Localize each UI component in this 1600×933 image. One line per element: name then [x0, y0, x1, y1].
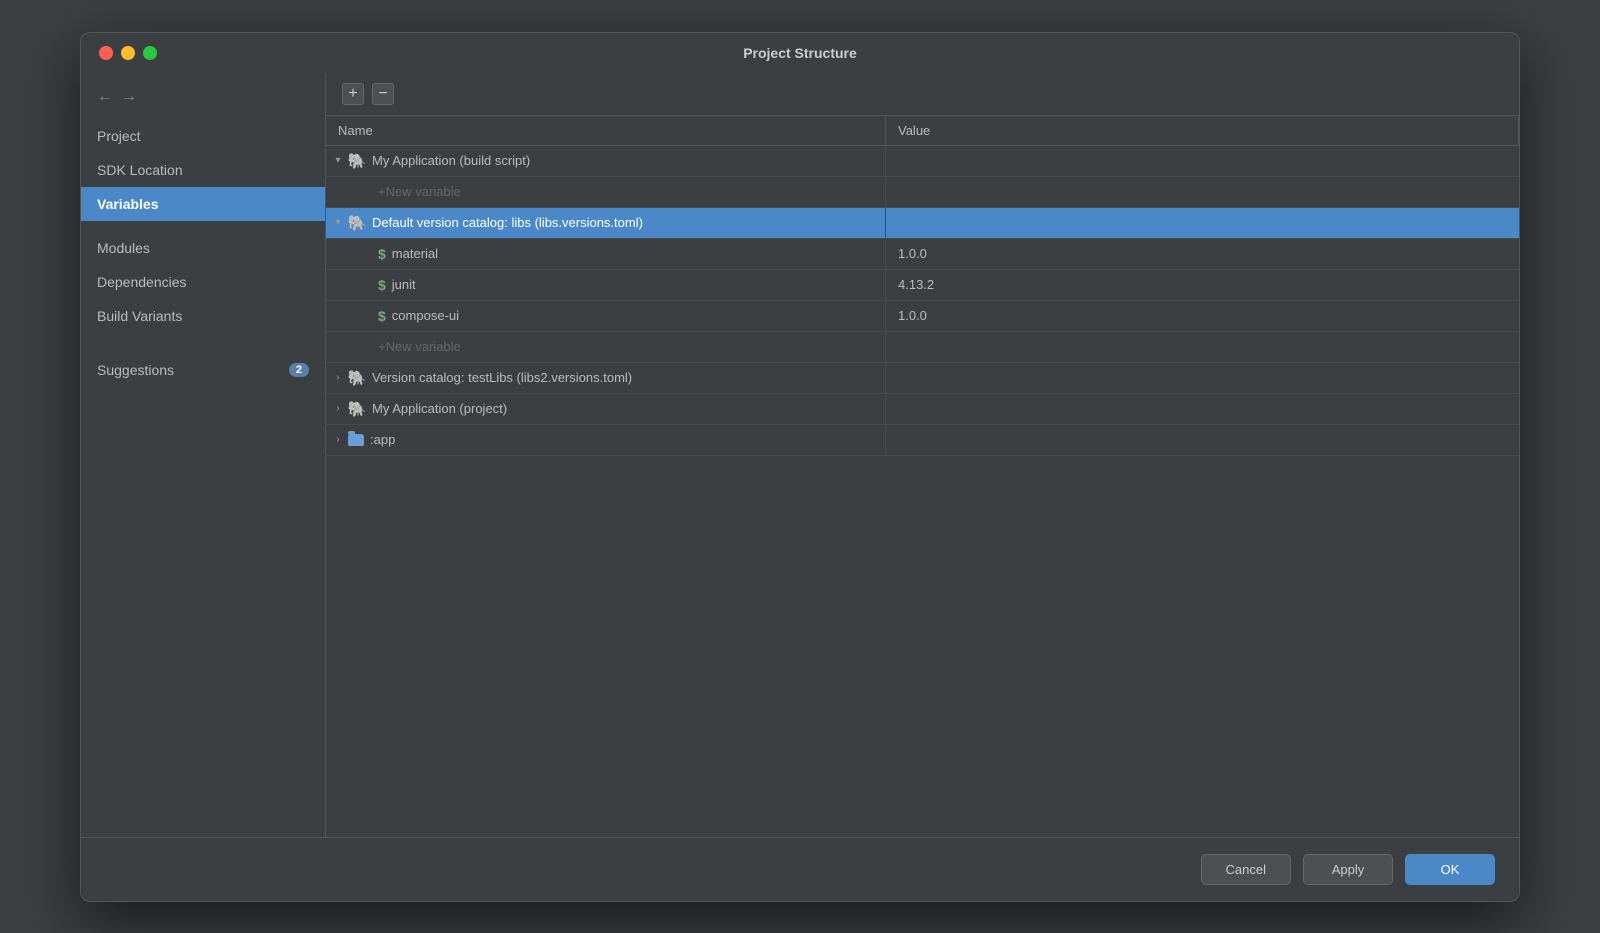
- sidebar-section: Modules Dependencies Build Variants: [81, 231, 325, 333]
- row-label: Default version catalog: libs (libs.vers…: [372, 215, 643, 230]
- table-row[interactable]: ▾ 🐘 My Application (build script): [326, 146, 1519, 177]
- row-value: [886, 156, 1519, 166]
- row-value: [886, 218, 1519, 228]
- row-label: material: [392, 246, 438, 261]
- project-structure-dialog: Project Structure ← → Project SDK Locati…: [80, 32, 1520, 902]
- row-label: junit: [392, 277, 416, 292]
- variable-icon: $: [378, 277, 386, 293]
- table-row[interactable]: › 🐘 Version catalog: testLibs (libs2.ver…: [326, 363, 1519, 394]
- table-row[interactable]: › :app: [326, 425, 1519, 456]
- table-row[interactable]: $ compose-ui 1.0.0: [326, 301, 1519, 332]
- nav-back-button[interactable]: ←: [97, 89, 113, 105]
- sidebar-item-project[interactable]: Project: [81, 119, 325, 153]
- table-row[interactable]: +New variable: [326, 332, 1519, 363]
- header-name: Name: [326, 116, 886, 145]
- row-value: 1.0.0: [886, 241, 1519, 266]
- variable-icon: $: [378, 308, 386, 324]
- minimize-button[interactable]: [121, 46, 135, 60]
- variable-icon: $: [378, 246, 386, 262]
- title-bar: Project Structure: [81, 33, 1519, 73]
- dialog-footer: Cancel Apply OK: [81, 837, 1519, 901]
- row-value: [886, 342, 1519, 352]
- table-row[interactable]: $ junit 4.13.2: [326, 270, 1519, 301]
- row-value: [886, 435, 1519, 445]
- gradle-icon: 🐘: [348, 152, 366, 170]
- apply-button[interactable]: Apply: [1303, 854, 1393, 885]
- close-button[interactable]: [99, 46, 113, 60]
- folder-icon: [348, 434, 364, 446]
- table-row[interactable]: $ material 1.0.0: [326, 239, 1519, 270]
- toolbar: + −: [326, 73, 1519, 115]
- remove-button[interactable]: −: [372, 83, 394, 105]
- traffic-lights: [99, 46, 157, 60]
- gradle-icon: 🐘: [348, 214, 366, 232]
- main-panel: + − Name Value ▾ 🐘 My Application (build…: [326, 73, 1519, 837]
- chevron-down-icon: ▾: [330, 215, 346, 231]
- table-row[interactable]: › 🐘 My Application (project): [326, 394, 1519, 425]
- variables-table: Name Value ▾ 🐘 My Application (build scr…: [326, 115, 1519, 837]
- table-row[interactable]: ▾ 🐘 Default version catalog: libs (libs.…: [326, 208, 1519, 239]
- suggestions-badge: 2: [289, 363, 309, 377]
- sidebar-item-suggestions[interactable]: Suggestions 2: [81, 353, 325, 387]
- chevron-right-icon: ›: [330, 432, 346, 448]
- dialog-content: ← → Project SDK Location Variables Modul…: [81, 73, 1519, 837]
- sidebar-item-modules[interactable]: Modules: [81, 231, 325, 265]
- nav-arrows: ← →: [81, 83, 325, 119]
- new-variable-link[interactable]: +New variable: [378, 339, 461, 354]
- row-value: [886, 187, 1519, 197]
- row-value: 1.0.0: [886, 303, 1519, 328]
- table-row[interactable]: +New variable: [326, 177, 1519, 208]
- sidebar-item-variables[interactable]: Variables: [81, 187, 325, 221]
- row-label: My Application (project): [372, 401, 507, 416]
- cancel-button[interactable]: Cancel: [1201, 854, 1291, 885]
- add-button[interactable]: +: [342, 83, 364, 105]
- gradle-icon: 🐘: [348, 369, 366, 387]
- ok-button[interactable]: OK: [1405, 854, 1495, 885]
- sidebar-item-build-variants[interactable]: Build Variants: [81, 299, 325, 333]
- chevron-down-icon: ▾: [330, 153, 346, 169]
- chevron-right-icon: ›: [330, 401, 346, 417]
- sidebar-item-dependencies[interactable]: Dependencies: [81, 265, 325, 299]
- gradle-icon: 🐘: [348, 400, 366, 418]
- row-label: My Application (build script): [372, 153, 530, 168]
- row-value: [886, 373, 1519, 383]
- dialog-title: Project Structure: [743, 45, 857, 61]
- chevron-right-icon: ›: [330, 370, 346, 386]
- row-label: compose-ui: [392, 308, 459, 323]
- sidebar-item-sdk-location[interactable]: SDK Location: [81, 153, 325, 187]
- table-header: Name Value: [326, 116, 1519, 146]
- row-value: [886, 404, 1519, 414]
- nav-forward-button[interactable]: →: [121, 89, 137, 105]
- new-variable-link[interactable]: +New variable: [378, 184, 461, 199]
- maximize-button[interactable]: [143, 46, 157, 60]
- row-label: Version catalog: testLibs (libs2.version…: [372, 370, 632, 385]
- header-value: Value: [886, 116, 1519, 145]
- row-value: 4.13.2: [886, 272, 1519, 297]
- row-label: :app: [370, 432, 395, 447]
- sidebar: ← → Project SDK Location Variables Modul…: [81, 73, 326, 837]
